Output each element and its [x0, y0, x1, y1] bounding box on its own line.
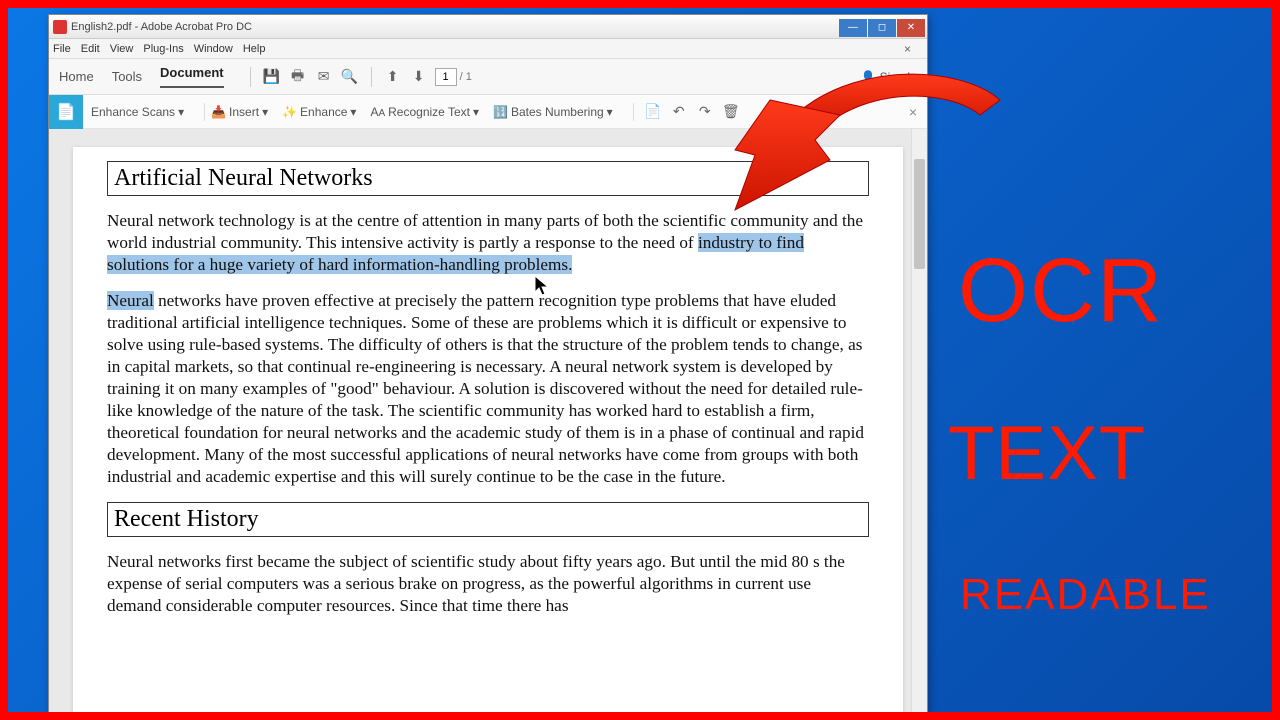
close-button[interactable]: ✕: [897, 19, 925, 37]
enhance-icon: ✨: [282, 105, 297, 119]
minimize-button[interactable]: —: [839, 19, 867, 37]
menu-view[interactable]: View: [110, 43, 134, 55]
chevron-down-icon: ▾: [607, 105, 613, 119]
highlighted-word: Neural: [107, 291, 154, 310]
add-page-icon[interactable]: 📄: [645, 104, 661, 120]
insert-icon: 📥: [211, 105, 226, 119]
tab-tools[interactable]: Tools: [112, 69, 142, 84]
insert-tool[interactable]: 📥Insert▾: [211, 105, 268, 119]
page-down-icon[interactable]: ⬇: [411, 69, 427, 85]
number-icon: 🔢: [493, 105, 508, 119]
paragraph-3[interactable]: Neural networks first became the subject…: [107, 551, 869, 617]
chevron-down-icon: ▾: [178, 105, 184, 119]
print-icon[interactable]: 🖶: [290, 69, 306, 85]
tab-home[interactable]: Home: [59, 69, 94, 84]
menu-help[interactable]: Help: [243, 43, 266, 55]
search-icon[interactable]: 🔍: [342, 69, 358, 85]
chevron-down-icon: ▾: [473, 105, 479, 119]
section-title-box-2: Recent History: [107, 502, 869, 537]
menu-window[interactable]: Window: [194, 43, 233, 55]
menu-edit[interactable]: Edit: [81, 43, 100, 55]
mouse-cursor-icon: [534, 275, 552, 300]
chevron-down-icon: ▾: [350, 105, 356, 119]
menu-plugins[interactable]: Plug-Ins: [143, 43, 183, 55]
overlay-text-readable: READABLE: [960, 570, 1211, 620]
chevron-down-icon: ▾: [262, 105, 268, 119]
page-total: / 1: [460, 71, 472, 83]
enhance-scans-dropdown[interactable]: Enhance Scans▾: [91, 105, 184, 119]
menubar: File Edit View Plug-Ins Window Help ×: [49, 39, 927, 59]
undo-icon[interactable]: ↶: [671, 104, 687, 120]
menubar-close-icon[interactable]: ×: [904, 42, 911, 56]
overlay-text-text: TEXT: [948, 410, 1146, 497]
menu-file[interactable]: File: [53, 43, 71, 55]
pdf-icon: [53, 20, 67, 34]
mail-icon[interactable]: ✉: [316, 69, 332, 85]
page-up-icon[interactable]: ⬆: [385, 69, 401, 85]
paragraph-2[interactable]: Neural networks have proven effective at…: [107, 290, 869, 488]
enhance-scan-badge-icon[interactable]: 📄: [49, 95, 83, 129]
red-arrow-overlay: [700, 60, 1020, 260]
save-icon[interactable]: 💾: [264, 69, 280, 85]
page-number-input[interactable]: [435, 68, 457, 86]
window-title: English2.pdf - Adobe Acrobat Pro DC: [71, 21, 252, 33]
enhance-tool[interactable]: ✨Enhance▾: [282, 105, 356, 119]
recognize-text-tool[interactable]: AARecognize Text▾: [370, 105, 479, 119]
window-controls: — ◻ ✕: [839, 17, 927, 37]
section-title-2[interactable]: Recent History: [114, 506, 862, 533]
text-icon: AA: [370, 105, 385, 119]
tab-document[interactable]: Document: [160, 65, 224, 88]
maximize-button[interactable]: ◻: [868, 19, 896, 37]
bates-numbering-tool[interactable]: 🔢Bates Numbering▾: [493, 105, 613, 119]
overlay-text-ocr: OCR: [958, 240, 1164, 343]
titlebar: English2.pdf - Adobe Acrobat Pro DC — ◻ …: [49, 15, 927, 39]
